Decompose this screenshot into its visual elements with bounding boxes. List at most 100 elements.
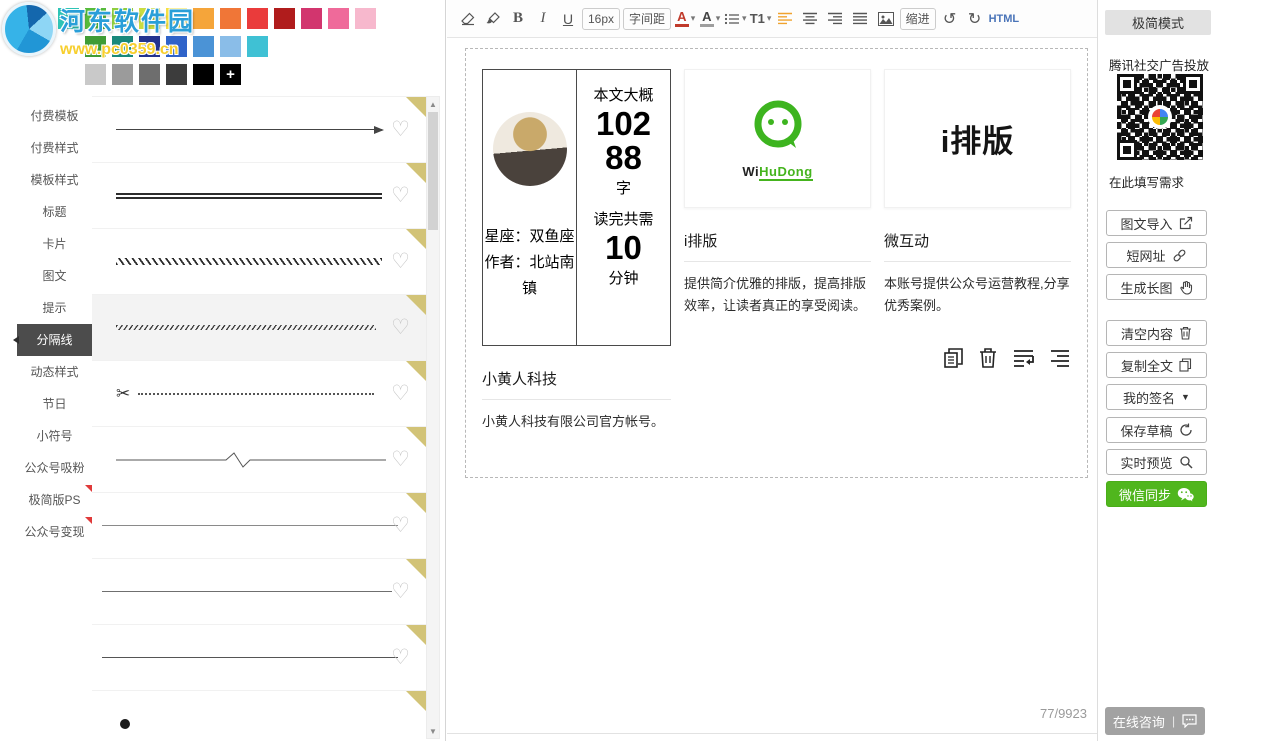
- sidebar-item-dynamic-styles[interactable]: 动态样式: [17, 356, 92, 388]
- color-swatch[interactable]: [139, 64, 160, 85]
- sidebar-item-card[interactable]: 卡片: [17, 228, 92, 260]
- color-swatch[interactable]: [247, 36, 268, 57]
- color-swatch[interactable]: [193, 8, 214, 29]
- favorite-icon[interactable]: ♡: [391, 315, 410, 340]
- online-chat-button[interactable]: 在线咨询 |: [1105, 707, 1205, 735]
- font-color-button[interactable]: A ▾: [674, 7, 696, 31]
- divider-item-wavy-line[interactable]: ♡: [92, 295, 428, 361]
- color-swatch[interactable]: [112, 8, 133, 29]
- color-swatch[interactable]: [220, 8, 241, 29]
- article-selection[interactable]: 星座：双鱼座 作者：北站南镇 本文大概 10288 字 读完共需 10 分钟 小…: [465, 48, 1088, 478]
- divider-item-line-heart[interactable]: ♡: [92, 559, 428, 625]
- color-swatch[interactable]: [355, 8, 376, 29]
- eraser-icon: [460, 11, 476, 26]
- bg-color-button[interactable]: A ▾: [699, 7, 721, 31]
- favorite-icon[interactable]: ♡: [391, 645, 410, 670]
- editor-canvas[interactable]: 星座：双鱼座 作者：北站南镇 本文大概 10288 字 读完共需 10 分钟 小…: [447, 38, 1097, 741]
- sidebar-item-paid-templates[interactable]: 付费模板: [17, 100, 92, 132]
- left-scrollbar[interactable]: ▲ ▼: [426, 96, 440, 739]
- color-swatch[interactable]: [274, 8, 295, 29]
- color-swatch[interactable]: [85, 64, 106, 85]
- color-swatch[interactable]: [193, 64, 214, 85]
- color-swatch[interactable]: [193, 36, 214, 57]
- sidebar-item-image-text[interactable]: 图文: [17, 260, 92, 292]
- color-swatch[interactable]: [112, 64, 133, 85]
- block-justify-button[interactable]: [1049, 348, 1071, 368]
- short-url-button[interactable]: 短网址: [1106, 242, 1207, 268]
- divider-item-double-line[interactable]: ♡: [92, 163, 428, 229]
- sidebar-item-title[interactable]: 标题: [17, 196, 92, 228]
- divider-item-thin-line[interactable]: ♡: [92, 493, 428, 559]
- sidebar-item-fan-growth[interactable]: 公众号吸粉: [17, 452, 92, 484]
- divider-item-line-heart-end[interactable]: ♡: [92, 625, 428, 691]
- bold-button[interactable]: B: [507, 7, 529, 31]
- underline-button[interactable]: U: [557, 7, 579, 31]
- long-image-button[interactable]: 生成长图: [1106, 274, 1207, 300]
- format-brush-button[interactable]: [482, 7, 504, 31]
- divider-item-scissors-line[interactable]: ✂ ♡: [92, 361, 428, 427]
- save-draft-button[interactable]: 保存草稿: [1106, 417, 1207, 443]
- align-right-button[interactable]: [825, 7, 847, 31]
- color-swatch[interactable]: [112, 36, 133, 57]
- copy-all-button[interactable]: 复制全文: [1106, 352, 1207, 378]
- align-left-button[interactable]: [775, 7, 797, 31]
- format-clear-button[interactable]: [457, 7, 479, 31]
- undo-button[interactable]: ↺: [939, 7, 961, 31]
- sidebar-item-divider[interactable]: 分隔线: [17, 324, 92, 356]
- align-justify-button[interactable]: [850, 7, 872, 31]
- indent-button[interactable]: 缩进: [900, 8, 936, 30]
- favorite-icon[interactable]: ♡: [391, 117, 410, 142]
- favorite-icon[interactable]: ♡: [391, 381, 410, 406]
- color-swatch[interactable]: [247, 8, 268, 29]
- block-delete-button[interactable]: [978, 347, 998, 369]
- color-swatch[interactable]: [58, 8, 79, 29]
- divider-item-dot-line[interactable]: [92, 691, 428, 741]
- favorite-icon[interactable]: ♡: [391, 183, 410, 208]
- favorite-icon[interactable]: ♡: [391, 513, 410, 538]
- block-wrap-button[interactable]: [1012, 348, 1035, 368]
- redo-button[interactable]: ↻: [964, 7, 986, 31]
- color-swatch[interactable]: [166, 8, 187, 29]
- italic-button[interactable]: I: [532, 7, 554, 31]
- clear-content-button[interactable]: 清空内容: [1106, 320, 1207, 346]
- heading-button[interactable]: T1 ▾: [750, 7, 772, 31]
- color-swatch[interactable]: [139, 8, 160, 29]
- font-size-select[interactable]: 16px: [582, 8, 620, 30]
- my-signature-button[interactable]: 我的签名 ▼: [1106, 384, 1207, 410]
- import-article-button[interactable]: 图文导入: [1106, 210, 1207, 236]
- color-swatch[interactable]: [328, 8, 349, 29]
- color-swatch[interactable]: [139, 36, 160, 57]
- scroll-down-icon[interactable]: ▼: [427, 724, 439, 738]
- letter-spacing-select[interactable]: 字间距: [623, 8, 671, 30]
- list-style-button[interactable]: ▾: [724, 7, 747, 31]
- favorite-icon[interactable]: ♡: [391, 249, 410, 274]
- sidebar-item-symbols[interactable]: 小符号: [17, 420, 92, 452]
- color-swatch[interactable]: [220, 36, 241, 57]
- wechat-sync-button[interactable]: 微信同步: [1106, 481, 1207, 507]
- add-color-button[interactable]: +: [220, 64, 241, 85]
- color-swatch[interactable]: [166, 36, 187, 57]
- scrollbar-thumb[interactable]: [428, 112, 438, 230]
- color-swatch[interactable]: [85, 36, 106, 57]
- sidebar-item-paid-styles[interactable]: 付费样式: [17, 132, 92, 164]
- block-copy-button[interactable]: [943, 347, 964, 369]
- divider-item-arrow-line[interactable]: ♡: [92, 97, 428, 163]
- favorite-icon[interactable]: ♡: [391, 447, 410, 472]
- sidebar-item-mini-ps[interactable]: 极简版PS: [17, 484, 92, 516]
- minimal-mode-button[interactable]: 极简模式: [1105, 10, 1211, 35]
- sidebar-item-festival[interactable]: 节日: [17, 388, 92, 420]
- divider-item-pulse-line[interactable]: ♡: [92, 427, 428, 493]
- color-swatch[interactable]: [166, 64, 187, 85]
- color-swatch[interactable]: [301, 8, 322, 29]
- favorite-icon[interactable]: ♡: [391, 579, 410, 604]
- scroll-up-icon[interactable]: ▲: [427, 97, 439, 111]
- sidebar-item-tips[interactable]: 提示: [17, 292, 92, 324]
- insert-image-button[interactable]: [875, 7, 897, 31]
- html-button[interactable]: HTML: [989, 7, 1020, 31]
- align-center-button[interactable]: [800, 7, 822, 31]
- sidebar-item-monetize[interactable]: 公众号变现: [17, 516, 92, 548]
- color-swatch[interactable]: [85, 8, 106, 29]
- sidebar-item-template-styles[interactable]: 模板样式: [17, 164, 92, 196]
- divider-item-hatch-line[interactable]: ♡: [92, 229, 428, 295]
- preview-button[interactable]: 实时预览: [1106, 449, 1207, 475]
